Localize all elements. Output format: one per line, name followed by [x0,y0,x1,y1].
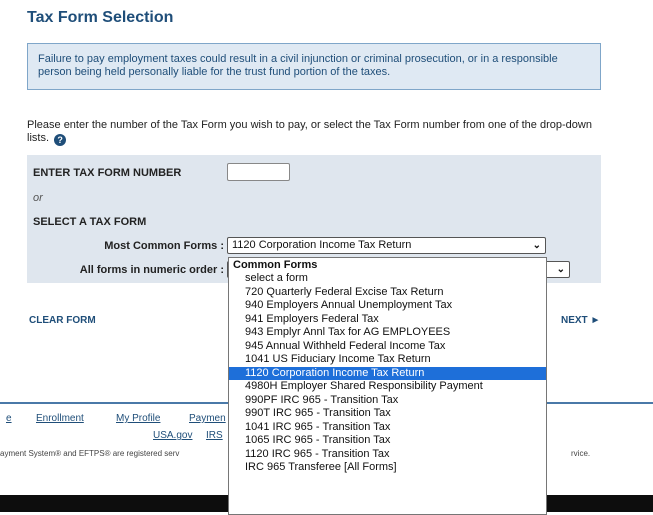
dropdown-option[interactable]: 940 Employers Annual Unemployment Tax [229,299,546,313]
clear-form-button[interactable]: CLEAR FORM [29,315,96,326]
dropdown-option[interactable]: 943 Emplyr Annl Tax for AG EMPLOYEES [229,326,546,340]
instructions-label: Please enter the number of the Tax Form … [27,119,592,144]
common-forms-dropdown-list[interactable]: Common Forms select a form 720 Quarterly… [228,257,547,515]
next-button[interactable]: NEXT ► [561,315,600,326]
all-forms-numeric-label: All forms in numeric order : [79,264,224,276]
most-common-forms-select[interactable]: 1120 Corporation Income Tax Return ⌄ [227,237,546,254]
chevron-down-icon: ⌄ [532,240,541,251]
dropdown-option[interactable]: 945 Annual Withheld Federal Income Tax [229,340,546,354]
most-common-forms-label: Most Common Forms : [104,240,224,252]
help-icon[interactable]: ? [54,134,67,146]
page-title: Tax Form Selection [27,9,174,26]
footer-link-irs[interactable]: IRS [206,430,223,441]
dropdown-option[interactable]: 990PF IRC 965 - Transition Tax [229,394,546,408]
tax-form-number-input[interactable] [227,163,290,181]
most-common-forms-value: 1120 Corporation Income Tax Return [232,239,412,251]
dropdown-option[interactable]: select a form [229,272,546,286]
dropdown-option[interactable]: 1041 IRC 965 - Transition Tax [229,421,546,435]
footer-link-fragment[interactable]: e [6,413,12,424]
chevron-down-icon: ⌄ [556,264,565,275]
footer-link-usagov[interactable]: USA.gov [153,430,192,441]
select-tax-form-label: SELECT A TAX FORM [33,216,147,228]
footer-link-payment[interactable]: Paymen [189,413,226,424]
dropdown-option[interactable]: IRC 965 Transferee [All Forms] [229,461,546,475]
dropdown-option[interactable]: 1120 IRC 965 - Transition Tax [229,448,546,462]
instructions-text: Please enter the number of the Tax Form … [27,119,607,146]
dropdown-option[interactable]: 4980H Employer Shared Responsibility Pay… [229,380,546,394]
dropdown-option[interactable]: 1041 US Fiduciary Income Tax Return [229,353,546,367]
dropdown-option[interactable]: 990T IRC 965 - Transition Tax [229,407,546,421]
dropdown-option[interactable]: 941 Employers Federal Tax [229,313,546,327]
dropdown-option[interactable]: 720 Quarterly Federal Excise Tax Return [229,286,546,300]
footer-disclaimer-left: ayment System® and EFTPS® are registered… [0,449,180,458]
footer-link-my-profile[interactable]: My Profile [116,413,160,424]
enter-form-number-label: ENTER TAX FORM NUMBER [33,167,182,179]
or-label: or [33,192,43,204]
dropdown-option-selected[interactable]: 1120 Corporation Income Tax Return [229,366,546,380]
footer-disclaimer-right: rvice. [571,449,591,458]
dropdown-option[interactable]: 1065 IRC 965 - Transition Tax [229,434,546,448]
warning-message: Failure to pay employment taxes could re… [27,43,601,90]
dropdown-group-label: Common Forms [233,259,318,271]
footer-link-enrollment[interactable]: Enrollment [36,413,84,424]
